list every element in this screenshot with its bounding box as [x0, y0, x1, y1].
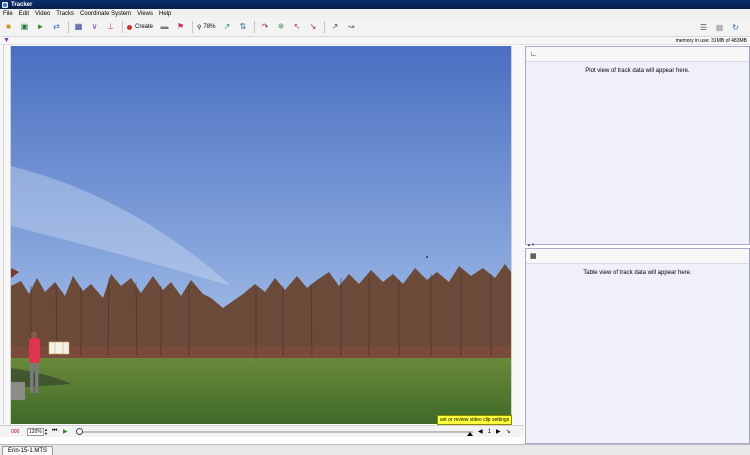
menu-edit[interactable]: Edit — [19, 11, 29, 17]
menu-help[interactable]: Help — [159, 11, 171, 17]
filter-icon[interactable]: ▼ — [3, 37, 10, 44]
video-scene — [11, 46, 511, 424]
magnifier-icon: ⚲ — [197, 24, 202, 31]
plot-icon[interactable]: ∟ — [530, 51, 537, 58]
menu-file[interactable]: File — [3, 11, 13, 17]
velocity-icon[interactable]: ↖ — [291, 22, 302, 33]
toolbar-separator — [192, 21, 194, 33]
table-placeholder: Table view of track data will appear her… — [583, 270, 692, 276]
zoom-label: 78% — [203, 24, 216, 30]
track-list-icon[interactable]: ▬ — [159, 22, 170, 33]
main-toolbar: ■ ▣ ► ⇄ ▦ ∨ ⊥ Create ▬ ⚑ ⚲ 78% ↗ ⇅ ↷ ⁜ ↖… — [0, 18, 750, 37]
ball — [426, 256, 428, 258]
memory-status: memory in use: 31MB of 483MB — [675, 38, 747, 44]
tracker-app-icon — [2, 1, 8, 8]
table-panel-header: ▦ — [526, 249, 749, 264]
point-icon[interactable]: ⁜ — [275, 22, 286, 33]
table-icon[interactable]: ▦ — [530, 252, 537, 260]
menu-coordinate-system[interactable]: Coordinate System — [80, 11, 131, 17]
video-frame[interactable] — [11, 46, 511, 424]
axes-icon[interactable]: ⊥ — [105, 22, 116, 33]
open-file-icon[interactable]: ■ — [3, 22, 14, 33]
plot-panel-header: ∟ — [526, 47, 749, 62]
acceleration-icon[interactable]: ↘ — [307, 22, 318, 33]
left-gutter — [0, 45, 11, 425]
save-icon[interactable]: ▣ — [19, 22, 30, 33]
play-icon[interactable]: ▶ — [63, 428, 71, 435]
toolbar-right-group: ☰ ▦ ↻ — [698, 22, 746, 33]
time-counter: 000 — [11, 428, 20, 435]
target-board — [48, 341, 70, 355]
video-side-gutter — [511, 46, 525, 426]
zoom-field[interactable]: 120% — [27, 427, 44, 436]
plot-panel: ∟ Plot view of track data will appear he… — [525, 46, 750, 245]
notes-icon[interactable]: ☰ — [698, 22, 709, 33]
xmass-icon[interactable]: ↗ — [329, 22, 340, 33]
toolbar-separator — [68, 21, 69, 33]
bottom-tab-bar: Erin-15-1.MTS — [0, 444, 750, 455]
playback-slider[interactable] — [76, 427, 473, 436]
split-arrows-icon[interactable]: ▲▼ — [527, 242, 535, 247]
toolbar-separator — [122, 21, 123, 33]
path-icon[interactable]: ↷ — [259, 22, 270, 33]
export-icon[interactable]: ⇄ — [51, 22, 62, 33]
step-forward-icon[interactable]: ▶ — [496, 428, 501, 435]
slider-thumb[interactable] — [76, 427, 83, 435]
stand — [11, 382, 25, 400]
frame-navigation: ◀ 1 ▶ ↘ — [478, 428, 516, 436]
toolbar-separator — [324, 21, 326, 33]
plot-placeholder: Plot view of track data will appear here… — [585, 68, 690, 74]
open-video-icon[interactable]: ► — [35, 22, 46, 33]
step-size-icon[interactable]: ↘ — [506, 428, 511, 435]
title-bar: Tracker — [0, 0, 750, 9]
refresh-icon[interactable]: ↻ — [730, 22, 741, 33]
create-track-button[interactable]: Create — [127, 24, 153, 30]
trail-icon[interactable]: ↗ — [221, 22, 232, 33]
window-title: Tracker — [11, 1, 33, 8]
step-icon[interactable]: ⇅ — [237, 22, 248, 33]
menu-bar: File Edit Video Tracks Coordinate System… — [0, 9, 750, 18]
grass-field — [11, 358, 511, 424]
marker-flag-icon[interactable]: ⚑ — [175, 22, 186, 33]
frame-number: 1 — [487, 428, 491, 435]
toolbar-separator — [254, 21, 256, 33]
status-row: ▼ memory in use: 31MB of 483MB — [0, 37, 750, 45]
menu-views[interactable]: Views — [137, 11, 153, 17]
step-back-icon[interactable]: ◀ — [478, 428, 483, 435]
calibration-icon[interactable]: ∨ — [89, 22, 100, 33]
clip-settings-hint[interactable]: set or review video clip settings — [437, 415, 513, 425]
create-track-icon — [127, 24, 132, 30]
file-tab[interactable]: Erin-15-1.MTS — [2, 446, 54, 455]
create-label: Create — [135, 24, 154, 30]
player-bar: 000 120% ▲ ▼ ⏮ ▶ ◀ 1 ▶ ↘ — [0, 425, 524, 437]
grid-icon[interactable]: ▦ — [714, 22, 725, 33]
menu-video[interactable]: Video — [35, 11, 50, 17]
table-panel: ▦ Table view of track data will appear h… — [525, 248, 750, 444]
clip-settings-icon[interactable]: ▦ — [73, 22, 84, 33]
reset-icon[interactable]: ⏮ — [52, 428, 60, 435]
spinner-down-icon[interactable]: ▼ — [44, 431, 48, 436]
zoom-button[interactable]: ⚲ 78% — [197, 24, 215, 31]
menu-tracks[interactable]: Tracks — [56, 11, 74, 17]
end-frame-marker[interactable] — [467, 431, 473, 436]
auto-tracker-icon[interactable]: ↝ — [345, 22, 356, 33]
zoom-spinner[interactable]: ▲ ▼ — [44, 427, 48, 436]
slider-track — [79, 430, 473, 433]
